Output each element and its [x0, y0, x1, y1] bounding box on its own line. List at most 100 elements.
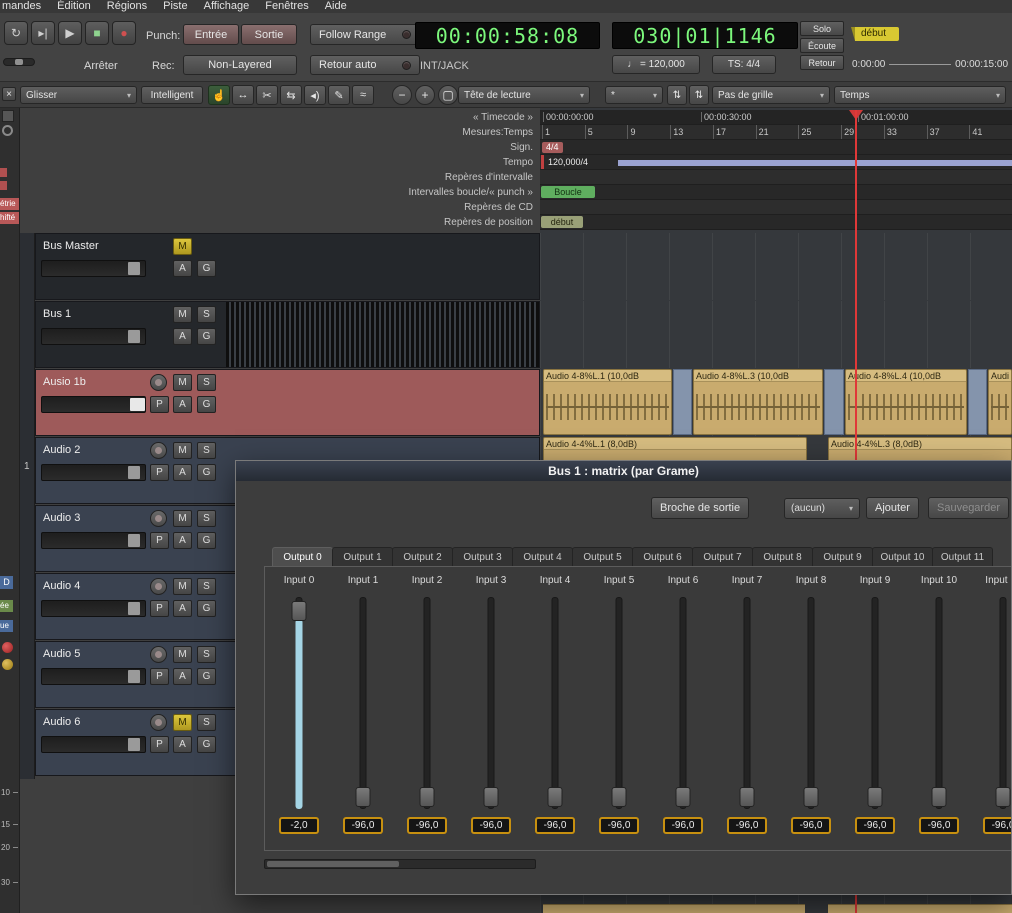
smart-mode-button[interactable]: Intelligent [141, 86, 203, 104]
primary-clock[interactable]: 00:00:58:08 [415, 22, 600, 49]
fader-groove[interactable] [680, 597, 687, 809]
output-tab[interactable]: Output 8 [752, 547, 813, 566]
solo-button[interactable]: S [197, 714, 216, 731]
track-name[interactable]: Audio 3 [43, 512, 80, 524]
horizontal-scrollbar[interactable] [264, 859, 536, 869]
scrollbar-thumb[interactable] [267, 861, 399, 867]
shuttle-slider[interactable] [3, 58, 35, 66]
gain-fader[interactable] [41, 668, 146, 685]
track-name[interactable]: Bus Master [43, 240, 99, 252]
mute-button[interactable]: M [173, 374, 192, 391]
contents-tool-icon[interactable]: ≈ [352, 85, 374, 105]
ruler-timecode[interactable]: 00:00:00:00 00:00:30:00 00:01:00:00 [540, 110, 1012, 125]
automation-button[interactable]: A [173, 260, 192, 277]
follow-range-button[interactable]: Follow Range [310, 24, 420, 45]
solo-button[interactable]: S [197, 646, 216, 663]
gain-fader[interactable] [41, 396, 146, 413]
fader-groove[interactable] [936, 597, 943, 809]
solo-button[interactable]: S [197, 442, 216, 459]
record-arm-icon[interactable] [150, 510, 167, 527]
record-arm-icon[interactable] [150, 374, 167, 391]
marker-combo[interactable]: *▾ [605, 86, 663, 104]
track-header-bus-1[interactable]: Bus 1 M S A G [35, 301, 540, 368]
ruler-tempo[interactable]: 120,000/4 [540, 155, 1012, 170]
menu-item[interactable]: Aide [317, 0, 355, 13]
output-tab[interactable]: Output 4 [512, 547, 573, 566]
mute-button[interactable]: M [173, 646, 192, 663]
draw-tool-icon[interactable]: ✎ [328, 85, 350, 105]
fader-handle[interactable] [420, 787, 435, 807]
solo-button[interactable]: S [197, 306, 216, 323]
ruler-label[interactable]: Repères de position [0, 215, 538, 230]
expand-tracks-icon[interactable]: ⇅ [689, 85, 709, 105]
output-tab[interactable]: Output 0 [272, 547, 333, 566]
strip-chip[interactable]: ue [0, 620, 13, 632]
automation-button[interactable]: A [173, 464, 192, 481]
tempo-curve-line[interactable] [618, 160, 1012, 166]
output-tab[interactable]: Output 2 [392, 547, 453, 566]
fader-groove[interactable] [616, 597, 623, 809]
loop-button[interactable]: ↻ [4, 21, 28, 45]
grid-unit-combo[interactable]: Temps▾ [834, 86, 1006, 104]
preset-combo[interactable]: (aucun)▾ [784, 498, 860, 519]
lane-bus-1[interactable] [540, 301, 1012, 368]
cut-tool-icon[interactable]: ✂ [256, 85, 278, 105]
group-button[interactable]: G [197, 396, 216, 413]
audio-region[interactable]: Audi [988, 369, 1012, 435]
fader-groove[interactable] [360, 597, 367, 809]
track-name[interactable]: Audio 6 [43, 716, 80, 728]
ruler-meter[interactable]: 4/4 [540, 140, 1012, 155]
play-range-button[interactable]: ▸| [31, 21, 55, 45]
grid-mode-combo[interactable]: Pas de grille▾ [712, 86, 830, 104]
mute-button[interactable]: M [173, 714, 192, 731]
track-name[interactable]: Bus 1 [43, 308, 71, 320]
fader-handle[interactable] [128, 330, 140, 343]
record-button[interactable]: ● [112, 21, 136, 45]
playlist-button[interactable]: P [150, 464, 169, 481]
ruler-label[interactable]: Mesures:Temps [0, 125, 538, 140]
punch-out-button[interactable]: Sortie [241, 24, 297, 45]
fader-handle[interactable] [804, 787, 819, 807]
shuttle-thumb[interactable] [15, 59, 23, 65]
ruler-bars[interactable]: 1591317212529333741 [540, 125, 1012, 140]
tempo-marker[interactable]: 120,000/4 [548, 157, 588, 167]
gain-fader[interactable] [41, 532, 146, 549]
gain-value-field[interactable]: -96,0 [791, 817, 831, 834]
ruler-label[interactable]: Sign. [0, 140, 538, 155]
fader-handle[interactable] [292, 601, 307, 621]
solo-button[interactable]: S [197, 374, 216, 391]
ruler-location-markers[interactable]: début [540, 215, 1012, 230]
group-button[interactable]: G [197, 260, 216, 277]
audio-region[interactable]: Audio 4-8%L.4 (10,0dB [845, 369, 967, 435]
gain-value-field[interactable]: -96,0 [727, 817, 767, 834]
ruler-label[interactable]: « Timecode » [0, 110, 538, 125]
output-tab[interactable]: Output 1 [332, 547, 393, 566]
automation-button[interactable]: A [173, 736, 192, 753]
ruler-cd-markers[interactable] [540, 200, 1012, 215]
playlist-button[interactable]: P [150, 396, 169, 413]
record-led-icon[interactable] [2, 642, 13, 653]
gain-fader[interactable] [41, 600, 146, 617]
ruler-label[interactable]: Repères d'intervalle [0, 170, 538, 185]
ruler-label[interactable]: Intervalles boucle/« punch » [0, 185, 538, 200]
group-button[interactable]: G [197, 328, 216, 345]
range-tool-icon[interactable]: ↔ [232, 85, 254, 105]
zoom-focus-combo[interactable]: Tête de lecture▾ [458, 86, 590, 104]
fader-handle[interactable] [128, 670, 140, 683]
mute-led-icon[interactable] [2, 659, 13, 670]
output-tab[interactable]: Output 3 [452, 547, 513, 566]
fader-groove[interactable] [552, 597, 559, 809]
lane-bus-master[interactable] [540, 233, 1012, 300]
grab-tool-icon[interactable]: ☝ [208, 85, 230, 105]
zoom-in-icon[interactable]: + [415, 85, 435, 105]
range-end[interactable]: 00:00:15:00 [955, 59, 1008, 70]
menu-item[interactable]: mandes [0, 0, 49, 13]
gain-value-field[interactable]: -96,0 [663, 817, 703, 834]
menu-item[interactable]: Piste [155, 0, 195, 13]
audio-region[interactable]: Audio 4-8%L.1 (10,0dB [543, 369, 672, 435]
shrink-tracks-icon[interactable]: ⇅ [667, 85, 687, 105]
lane-ausio-1b[interactable]: Audio 4-8%L.1 (10,0dB Audio 4-8%L.3 (10,… [540, 369, 1012, 436]
group-button[interactable]: G [197, 668, 216, 685]
stretch-tool-icon[interactable]: ⇆ [280, 85, 302, 105]
gain-value-field[interactable]: -96,0 [535, 817, 575, 834]
